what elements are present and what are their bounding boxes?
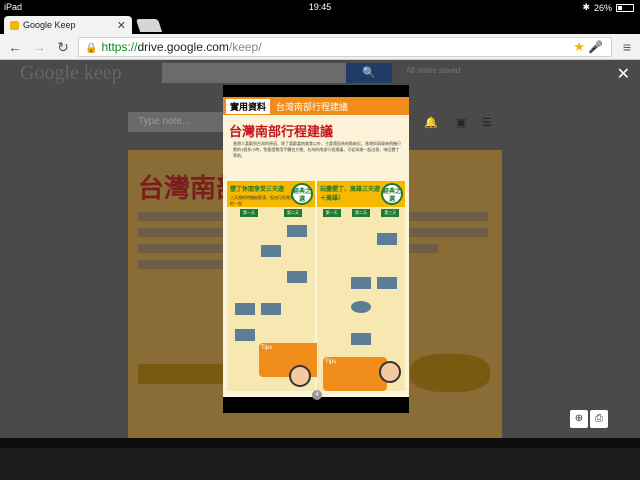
battery-icon (616, 3, 634, 12)
day-label: 第一天 (240, 209, 258, 217)
battery-percent: 26% (593, 2, 612, 13)
photo-thumbnail (235, 329, 255, 341)
page-title: 台灣南部行程建議 (229, 124, 334, 139)
photo-thumbnail (377, 233, 397, 245)
day-label: 第二天 (351, 209, 370, 217)
doc-badge (410, 354, 490, 392)
magazine-page: 實用資料 台灣南部行程建議 台灣南部行程建議 香港人喜歡到台灣的原因，除了喜歡當… (223, 97, 409, 397)
itinerary-column-2: 玩盡墾丁、高雄三天遊（墾丁＋高雄） 經典之選 第一天 第二天 第三天 Tips (317, 181, 405, 391)
photo-thumbnail (351, 333, 371, 345)
photo-thumbnail (287, 225, 307, 237)
forward-icon[interactable]: → (30, 38, 48, 56)
day-label: 第三天 (381, 209, 400, 217)
header-label: 實用資料 (226, 98, 271, 114)
day-label: 第一天 (322, 209, 341, 217)
photo-thumbnail (351, 277, 371, 289)
ferris-wheel-photo (351, 301, 371, 313)
keep-search-input (162, 63, 346, 83)
url-path: /keep/ (228, 40, 262, 54)
keep-search-button: 🔍 (346, 63, 392, 83)
keep-favicon-icon (10, 20, 19, 30)
bottom-bar (0, 438, 640, 448)
tab-google-keep[interactable]: Google Keep ✕ (4, 16, 132, 34)
image-icon: ▣ (456, 117, 467, 129)
column-badge: 經典之選 (291, 183, 313, 205)
itinerary-column-1: 墾丁休閒享受三天遊 三天遊的時間較緊湊，但也可欣賞到墾丁美麗的一面 經典之選 第一… (227, 181, 323, 391)
image-viewer: 實用資料 台灣南部行程建議 台灣南部行程建議 香港人喜歡到台灣的原因，除了喜歡當… (223, 85, 409, 413)
print-button[interactable]: ⎙ (590, 410, 608, 428)
tips-label: Tips (261, 345, 273, 351)
url-scheme: https:// (101, 40, 138, 54)
day-headers: 第一天 第二天 第三天 (317, 209, 405, 217)
photo-thumbnail (377, 277, 397, 289)
photo-thumbnail (261, 303, 281, 315)
tab-title: Google Keep (23, 20, 76, 30)
header-section: 台灣南部行程建議 (276, 101, 349, 112)
photo-thumbnail (287, 271, 307, 283)
clock: 19:45 (308, 2, 332, 12)
cartoon-face (379, 361, 401, 383)
bookmark-star-icon[interactable]: ★ (573, 38, 585, 56)
tips-box: Tips (323, 357, 387, 391)
reminder-icon: 🔔 (424, 117, 438, 129)
column-title: 墾丁休閒享受三天遊 (230, 187, 285, 193)
microphone-icon[interactable]: 🎤 (588, 38, 603, 56)
tips-label: Tips (325, 359, 337, 365)
zoom-button[interactable]: ⊕ (570, 410, 588, 428)
page-intro: 香港人喜歡到台灣的原因，除了喜歡當地美食以外，主要還因為地點較近。香港與高雄來飛… (233, 141, 401, 158)
column-badge: 經典之選 (381, 183, 403, 205)
save-status: All notes saved (406, 66, 461, 75)
back-icon[interactable]: ← (6, 38, 24, 56)
menu-icon[interactable]: ≡ (618, 38, 636, 56)
new-tab-button[interactable] (135, 19, 163, 32)
lock-icon: 🔒 (85, 43, 98, 54)
day-label: 第二天 (284, 209, 302, 217)
bluetooth-icon: ✱ (582, 2, 590, 12)
list-icon: ☰ (482, 117, 492, 129)
page-number-badge: 4 (312, 390, 322, 400)
ios-status-bar: iPad 19:45 ✱ 26% (0, 0, 640, 14)
close-viewer-icon[interactable]: ✕ (617, 64, 630, 84)
url-host: drive.google.com (137, 40, 229, 54)
close-tab-icon[interactable]: ✕ (117, 19, 126, 32)
reload-icon[interactable]: ↻ (54, 38, 72, 56)
page-header: 實用資料 台灣南部行程建議 (223, 97, 409, 115)
type-note-input: Type note... (128, 112, 224, 132)
tab-strip: Google Keep ✕ (0, 14, 640, 34)
cartoon-face (289, 365, 311, 387)
photo-thumbnail (235, 303, 255, 315)
day-headers: 第一天 第二天 (227, 209, 315, 217)
address-bar[interactable]: 🔒 https://drive.google.com/keep/ ★ 🎤 (78, 37, 612, 57)
battery-status: ✱ 26% (582, 2, 634, 13)
photo-thumbnail (261, 245, 281, 257)
browser-toolbar: ← → ↻ 🔒 https://drive.google.com/keep/ ★ … (0, 34, 640, 60)
keep-logo: Google keep (20, 62, 122, 84)
